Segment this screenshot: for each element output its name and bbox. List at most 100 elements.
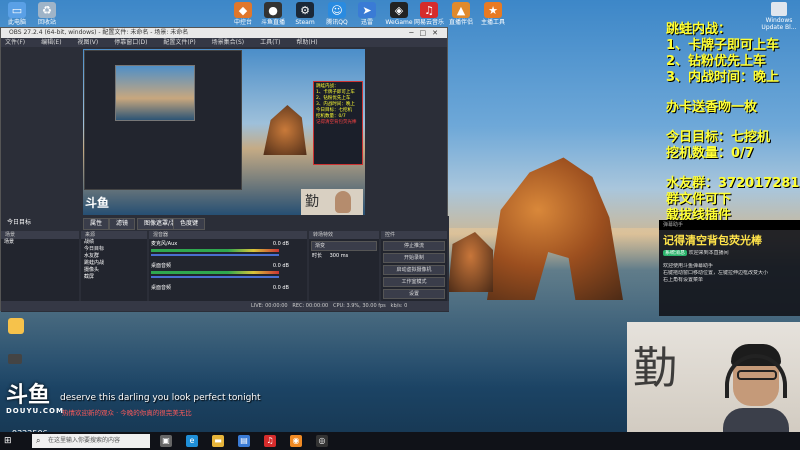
transition-select[interactable]: 渐变 xyxy=(311,241,377,251)
app-icon: ▲ xyxy=(452,2,470,18)
chat-message: 右上角有设置菜单 xyxy=(663,277,704,283)
netease-music-icon[interactable]: ♫ xyxy=(264,435,276,447)
menu-profile[interactable]: 配置文件(P) xyxy=(163,39,195,46)
source-item[interactable]: 战绩 xyxy=(81,239,147,246)
menu-file[interactable]: 文件(F) xyxy=(5,39,25,46)
desktop-icon-app-3[interactable]: ➤ 迅雷 xyxy=(352,2,382,26)
preview-nested-capture xyxy=(115,65,195,121)
app-icon: ★ xyxy=(484,2,502,18)
source-item[interactable]: 跳蛙内战 xyxy=(81,260,147,267)
obs-title-bar[interactable]: OBS 27.2.4 (64-bit, windows) - 配置文件: 未命名… xyxy=(1,28,447,38)
taskbar-search-input[interactable]: ⌕ 在这里输入你要搜索的内容 xyxy=(32,434,150,448)
studio-mode-button[interactable]: 工作室模式 xyxy=(383,277,445,287)
mixer-channel: 麦克风/Aux 0.0 dB xyxy=(151,241,293,263)
menu-help[interactable]: 帮助(H) xyxy=(296,39,317,46)
source-item[interactable]: 摄像头 xyxy=(81,267,147,274)
app-icon: ◈ xyxy=(390,2,408,18)
virtual-camera-button[interactable]: 启动虚拟摄像机 xyxy=(383,265,445,275)
scene-item[interactable]: 场景 xyxy=(1,239,79,246)
menu-scene-collection[interactable]: 场景集合(S) xyxy=(212,39,245,46)
desktop-icon-wegame[interactable]: ◈ WeGame xyxy=(384,2,414,26)
transitions-panel: 渐变 时长 300 ms xyxy=(309,239,379,301)
obs-window[interactable]: OBS 27.2.4 (64-bit, windows) - 配置文件: 未命名… xyxy=(0,27,449,312)
sources-list: 战绩 今日目标 水友群 跳蛙内战 摄像头 截屏 xyxy=(81,239,147,301)
transitions-dock-header: 转场特效 xyxy=(309,231,379,239)
desktop-icon-app-5[interactable]: ★ 主播工具 xyxy=(478,2,508,26)
app-icon: ♫ xyxy=(420,2,438,18)
danmu-helper-title[interactable]: 弹幕助手 xyxy=(659,220,800,230)
windows-start-icon[interactable]: ⊞ xyxy=(4,436,14,446)
desktop-icon-qq[interactable]: ☺ 腾讯QQ xyxy=(322,2,352,26)
menu-edit[interactable]: 编辑(E) xyxy=(41,39,61,46)
menu-docks[interactable]: 停靠窗口(D) xyxy=(114,39,147,46)
preview-screen-capture xyxy=(84,50,242,190)
desktop-icon-computer[interactable]: ▭ 此电脑 xyxy=(2,2,32,26)
chat-message: 欢迎使用斗鱼弹幕助手 xyxy=(663,263,714,269)
app-icon: ● xyxy=(264,2,282,18)
stop-streaming-button[interactable]: 停止推流 xyxy=(383,241,445,251)
obs-menu-bar: 文件(F) 编辑(E) 视图(V) 停靠窗口(D) 配置文件(P) 场景集合(S… xyxy=(1,38,447,47)
start-recording-button[interactable]: 开始录制 xyxy=(383,253,445,263)
chroma-key-button[interactable]: 色度键 xyxy=(173,218,206,230)
webcam-feed: 勤 弓 xyxy=(627,322,800,450)
menu-view[interactable]: 视图(V) xyxy=(77,39,98,46)
desktop-icon-app-2[interactable]: ● 斗鱼直播 xyxy=(258,2,288,26)
douyu-icon[interactable]: ◉ xyxy=(290,435,302,447)
taskbar: ⊞ ⌕ 在这里输入你要搜索的内容 ▣ e ▬ ▤ ♫ ◉ ◎ xyxy=(0,432,800,450)
controls-dock-header: 控件 xyxy=(381,231,447,239)
recycle-bin-icon: ♻ xyxy=(38,2,56,18)
task-view-icon[interactable]: ▣ xyxy=(160,435,172,447)
danmu-helper-panel[interactable]: 弹幕助手 记得清空背包荧光棒 系统消息 欢迎来到本直播间 欢迎使用斗鱼弹幕助手 … xyxy=(659,220,800,316)
scenes-dock-header: 场景 xyxy=(1,231,79,239)
source-item[interactable]: 今日目标 xyxy=(81,246,147,253)
properties-button[interactable]: 属性 xyxy=(83,218,110,230)
obs-window-title: OBS 27.2.4 (64-bit, windows) - 配置文件: 未命名… xyxy=(9,29,189,36)
obs-docks: 今日目标 属性 滤镜 图像遮罩/混合 色度键 场景 场景 来源 战绩 今日目标 … xyxy=(1,216,449,312)
store-icon[interactable]: ▤ xyxy=(238,435,250,447)
app-icon: ☺ xyxy=(328,2,346,18)
chat-message: 右键拖动窗口移动位置，左键拉伸边框改变大小 xyxy=(663,270,769,276)
desktop: ▭ 此电脑 ♻ 回收站 ◆ 中控台 ● 斗鱼直播 ⚙ Steam ☺ 腾讯QQ … xyxy=(0,0,800,450)
preview-text-overlay: 跳蛙内战： 1、卡牌子即可上车 2、钻粉优先上车 3、内战时间：晚上 今日目标：… xyxy=(313,81,363,165)
edge-icon[interactable]: e xyxy=(186,435,198,447)
scenes-list: 场景 xyxy=(1,239,79,301)
search-icon: ⌕ xyxy=(36,436,41,445)
volume-meter xyxy=(151,249,279,252)
controls-panel: 停止推流 开始录制 启动虚拟摄像机 工作室模式 设置 退出 xyxy=(381,239,447,311)
source-item[interactable]: 截屏 xyxy=(81,274,147,281)
sources-dock-header: 来源 xyxy=(81,231,147,239)
source-item[interactable]: 水友群 xyxy=(81,253,147,260)
obs-status-bar: LIVE: 00:00:00 REC: 00:00:00 CPU: 3.9%, … xyxy=(1,301,449,311)
menu-tools[interactable]: 工具(T) xyxy=(260,39,280,46)
window-controls[interactable]: ─□✕ xyxy=(409,28,444,38)
pinned-notice: 记得清空背包荧光棒 xyxy=(663,234,762,247)
calligraphy-left: 勤 xyxy=(633,343,677,394)
file-explorer-icon[interactable]: ▬ xyxy=(212,435,224,447)
audio-mixer: 麦克风/Aux 0.0 dB 桌面音频 0.0 dB 桌面音频 0.0 dB xyxy=(149,239,307,301)
desktop-icon-recycle-bin[interactable]: ♻ 回收站 xyxy=(32,2,62,26)
settings-button[interactable]: 设置 xyxy=(383,289,445,299)
mixer-channel: 桌面音频 0.0 dB xyxy=(151,263,293,285)
volume-slider[interactable] xyxy=(151,276,279,278)
volume-meter xyxy=(151,271,279,274)
selected-source-label: 今日目标 xyxy=(7,219,32,226)
filters-button[interactable]: 滤镜 xyxy=(109,218,136,230)
danmu-message: deserve this darling you look perfect to… xyxy=(60,393,261,403)
system-tag: 系统消息 xyxy=(663,250,688,256)
preview-douyu-logo: 斗鱼 xyxy=(85,196,110,210)
obs-icon[interactable]: ◎ xyxy=(316,435,328,447)
volume-slider[interactable] xyxy=(151,254,279,256)
desktop-icon-steam[interactable]: ⚙ Steam xyxy=(290,2,320,26)
source-toolbar: 今日目标 属性 滤镜 图像遮罩/混合 色度键 xyxy=(1,216,449,230)
obs-preview[interactable]: 跳蛙内战： 1、卡牌子即可上车 2、钻粉优先上车 3、内战时间：晚上 今日目标：… xyxy=(83,49,365,215)
douyu-watermark: 斗鱼 DOUYU.COM xyxy=(6,383,64,416)
desktop-icon-app-1[interactable]: ◆ 中控台 xyxy=(228,2,258,26)
duration-input[interactable]: 300 ms xyxy=(330,253,349,259)
preview-face xyxy=(335,191,351,213)
mixer-dock-header: 混音器 xyxy=(149,231,307,239)
steam-icon: ⚙ xyxy=(296,2,314,18)
desktop-icon-app-4[interactable]: ▲ 直播伴侣 xyxy=(446,2,476,26)
app-icon: ◆ xyxy=(234,2,252,18)
danmu-message-red: 热情欢迎新的观众 · 今晚的你真的很完美无比 xyxy=(62,409,192,417)
desktop-icon-music[interactable]: ♫ 网易云音乐 xyxy=(414,2,444,26)
